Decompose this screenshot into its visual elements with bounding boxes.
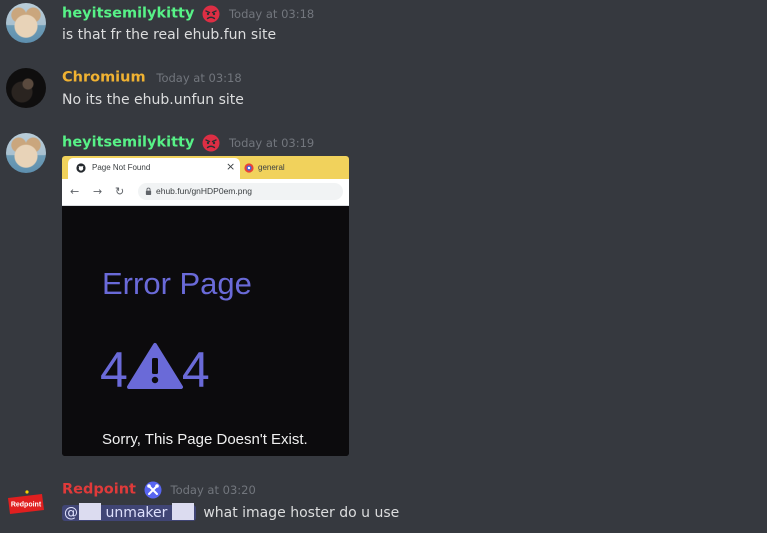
angry-face-emoji-icon	[202, 134, 220, 151]
back-arrow-icon[interactable]: ←	[70, 186, 79, 197]
timestamp: Today at 03:18	[156, 70, 242, 85]
message-text: No its the ehub.unfun site	[62, 92, 244, 108]
message-header: Chromium Today at 03:18	[62, 68, 242, 88]
angry-face-emoji-icon	[202, 5, 220, 22]
error-code-digit: 4	[100, 342, 128, 398]
url-field[interactable]: ehub.fun/gnHDP0em.png	[138, 183, 343, 200]
mention-name: unmaker	[105, 505, 168, 521]
message-header: heyitsemilykitty Today at 03:19	[62, 133, 314, 153]
error-code-digit: 4	[181, 342, 210, 398]
browser-tab-bar: Page Not Found × general	[62, 156, 349, 179]
reload-icon[interactable]: ↻	[115, 186, 124, 197]
redaction-box	[171, 503, 194, 520]
username[interactable]: heyitsemilykitty	[62, 6, 194, 22]
username[interactable]: heyitsemilykitty	[62, 135, 194, 151]
user-avatar[interactable]	[6, 133, 46, 173]
redaction-box	[79, 503, 101, 520]
redpoint-logo-icon: Redpoint	[8, 490, 44, 514]
message-body: what image hoster do u use	[203, 505, 400, 521]
user-avatar[interactable]: Redpoint	[6, 484, 46, 524]
browser-address-bar: ← → ↻ ehub.fun/gnHDP0em.png	[62, 179, 349, 206]
message-header: Redpoint Today at 03:20	[62, 480, 256, 500]
tools-icon	[144, 481, 162, 498]
message-text: is that fr the real ehub.fun site	[62, 27, 277, 43]
timestamp: Today at 03:19	[228, 135, 315, 150]
github-icon	[76, 163, 86, 173]
user-avatar[interactable]	[6, 3, 46, 43]
forward-arrow-icon[interactable]: →	[93, 186, 102, 197]
error-page: Error Page 4 4 Sorry, This Page Doesn't …	[62, 206, 349, 456]
error-code: 4 4	[100, 342, 210, 395]
mention-prefix: @	[64, 505, 78, 521]
error-message: Sorry, This Page Doesn't Exist.	[102, 431, 308, 448]
username[interactable]: Redpoint	[62, 482, 136, 498]
tab-title: general	[258, 163, 285, 172]
image-attachment[interactable]: Page Not Found × general ← → ↻ ehub.fun/…	[62, 156, 349, 456]
browser-tab-active[interactable]: Page Not Found ×	[68, 158, 240, 179]
tab-title: Page Not Found	[92, 163, 151, 172]
message-text: @ unmaker what image hoster do u use	[62, 503, 399, 521]
user-mention[interactable]: @ unmaker	[62, 503, 196, 521]
discord-favicon-icon	[244, 163, 254, 173]
url-text: ehub.fun/gnHDP0em.png	[156, 186, 252, 196]
username[interactable]: Chromium	[62, 70, 146, 86]
user-avatar[interactable]	[6, 68, 46, 108]
browser-tab[interactable]: general	[240, 158, 340, 179]
close-tab-icon[interactable]: ×	[226, 160, 235, 173]
avatar-badge-text: Redpoint	[11, 502, 42, 509]
timestamp: Today at 03:20	[170, 482, 256, 497]
warning-triangle-icon	[126, 343, 183, 389]
timestamp: Today at 03:18	[228, 6, 315, 21]
lock-icon	[145, 187, 152, 195]
error-title: Error Page	[102, 266, 252, 301]
message-header: heyitsemilykitty Today at 03:18	[62, 4, 314, 24]
